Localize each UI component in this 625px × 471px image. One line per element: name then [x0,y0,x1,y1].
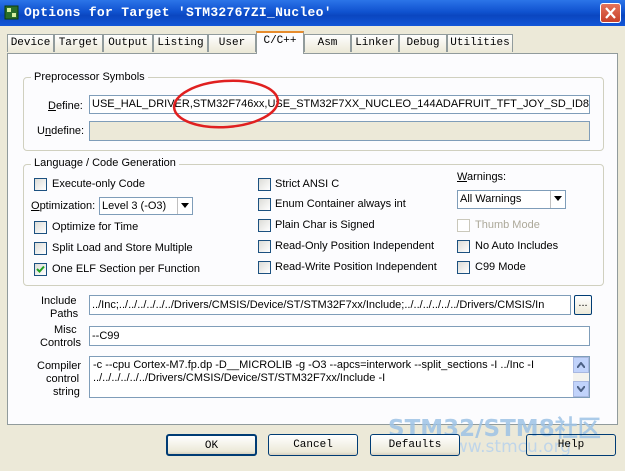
include-browse-button[interactable]: ... [574,295,592,315]
warnings-dropdown-button[interactable] [550,191,565,208]
tab-listing[interactable]: Listing [153,34,208,52]
tab-utilities[interactable]: Utilities [447,34,513,52]
misc-controls-field[interactable]: --C99 [89,326,590,346]
split-load-checkbox[interactable] [34,242,47,255]
execute-only-label: Execute-only Code [52,178,145,190]
c99-mode-checkbox[interactable] [457,261,470,274]
title-bar: Options for Target 'STM32767ZI_Nucleo' [0,0,625,26]
compiler-line-1: -c --cpu Cortex-M7.fp.dp -D__MICROLIB -g… [93,359,535,371]
misc-label-line1: Misc [54,324,77,336]
cancel-button[interactable]: Cancel [268,434,358,456]
scroll-down-button[interactable] [573,381,589,397]
strict-ansi-label: Strict ANSI C [275,178,340,190]
optimization-label: Optimization: [31,200,96,212]
misc-label-line2: Controls [40,337,81,349]
no-auto-includes-checkbox[interactable] [457,240,470,253]
strict-ansi-checkbox[interactable] [258,178,271,191]
c99-mode-label: C99 Mode [475,261,526,273]
chevron-down-icon [554,196,562,201]
defaults-button[interactable]: Defaults [370,434,460,456]
tab-linker[interactable]: Linker [351,34,399,52]
scroll-up-button[interactable] [573,357,589,373]
define-label: Define: [48,100,83,112]
tab-target[interactable]: Target [54,34,103,52]
plain-char-checkbox[interactable] [258,219,271,232]
chevron-up-icon [577,362,585,368]
one-elf-label: One ELF Section per Function [52,263,200,275]
tab-panel-c-cpp: Preprocessor Symbols Define: USE_HAL_DRI… [7,53,618,425]
close-button[interactable] [600,3,621,23]
tab-debug[interactable]: Debug [399,34,447,52]
optimize-time-checkbox[interactable] [34,221,47,234]
split-load-label: Split Load and Store Multiple [52,242,193,254]
thumb-mode-label: Thumb Mode [475,219,540,231]
tab-c-cpp[interactable]: C/C++ [256,31,304,54]
tab-user[interactable]: User [208,34,256,52]
compiler-label-line3: string [53,386,80,398]
include-label-line2: Paths [50,308,79,320]
preprocessor-group-title: Preprocessor Symbols [31,71,148,83]
compiler-scrollbar[interactable] [573,357,589,397]
compiler-label-line2: control [46,373,80,385]
undefine-label: Undefine: [37,125,85,137]
readonly-pi-checkbox[interactable] [258,240,271,253]
chevron-down-icon [577,386,585,392]
highlight-ellipse [172,79,280,129]
optimize-time-label: Optimize for Time [52,221,139,233]
execute-only-checkbox[interactable] [34,178,47,191]
optimization-select[interactable]: Level 3 (-O3) [99,197,193,215]
include-paths-field[interactable]: ../Inc;../../../../../../Drivers/CMSIS/D… [89,295,571,315]
define-field[interactable]: USE_HAL_DRIVER,STM32F746xx,USE_STM32F7XX… [89,95,590,114]
readonly-pi-label: Read-Only Position Independent [275,240,434,252]
enum-container-checkbox[interactable] [258,198,271,211]
ok-button[interactable]: OK [166,434,257,456]
no-auto-includes-label: No Auto Includes [475,240,559,252]
readwrite-pi-label: Read-Write Position Independent [275,261,437,273]
tab-output[interactable]: Output [103,34,153,52]
tab-device[interactable]: Device [7,34,54,52]
optimization-dropdown-button[interactable] [177,198,192,214]
help-button[interactable]: Help [526,434,616,456]
checkmark-icon [36,265,45,273]
readwrite-pi-checkbox[interactable] [258,261,271,274]
warnings-value: All Warnings [460,193,522,205]
compiler-control-string: -c --cpu Cortex-M7.fp.dp -D__MICROLIB -g… [89,356,590,398]
thumb-mode-checkbox[interactable] [457,219,470,232]
one-elf-checkbox[interactable] [34,263,47,276]
close-icon [605,7,616,19]
plain-char-label: Plain Char is Signed [275,219,375,231]
optimization-value: Level 3 (-O3) [102,200,167,212]
app-icon [4,5,19,20]
chevron-down-icon [181,203,189,208]
warnings-label: Warnings: [457,171,507,183]
include-label-line1: Include [41,295,77,307]
compiler-label-line1: Compiler [37,360,82,372]
compiler-line-2: ../../../../../../Drivers/CMSIS/Device/S… [93,372,386,384]
language-group-title: Language / Code Generation [31,157,179,169]
window-title: Options for Target 'STM32767ZI_Nucleo' [24,5,332,20]
undefine-field[interactable] [89,121,590,141]
tab-asm[interactable]: Asm [304,34,351,52]
warnings-select[interactable]: All Warnings [457,190,566,209]
enum-container-label: Enum Container always int [275,198,406,210]
